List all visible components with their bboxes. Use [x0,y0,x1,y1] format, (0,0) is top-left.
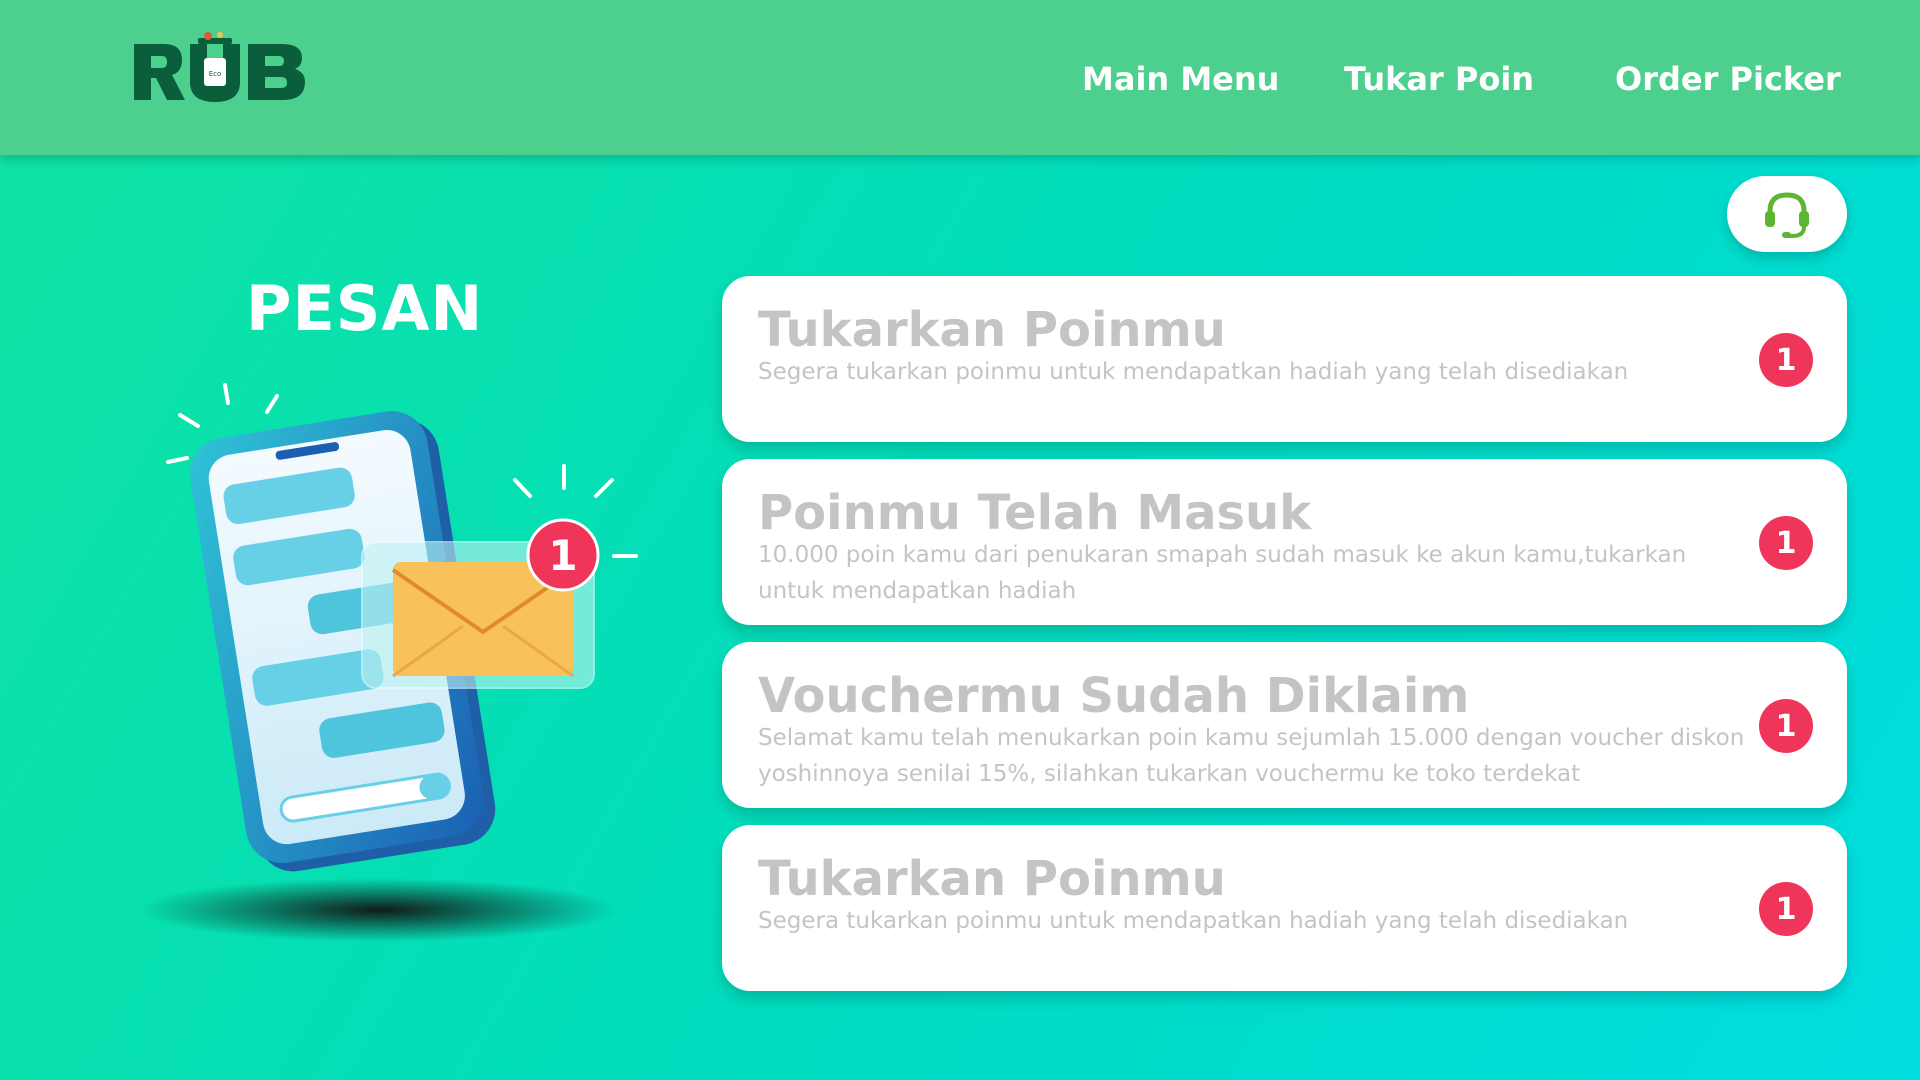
message-title: Tukarkan Poinmu [758,302,1226,358]
message-card[interactable]: Tukarkan Poinmu Segera tukarkan poinmu u… [722,276,1847,442]
svg-text:Eco: Eco [209,70,222,78]
unread-badge: 1 [1759,699,1813,753]
nav-main-menu[interactable]: Main Menu [1082,60,1279,98]
unread-badge: 1 [1759,516,1813,570]
unread-badge: 1 [1759,333,1813,387]
message-card[interactable]: Vouchermu Sudah Diklaim Selamat kamu tel… [722,642,1847,808]
message-title: Poinmu Telah Masuk [758,485,1312,541]
nav-tukar-poin[interactable]: Tukar Poin [1344,60,1534,98]
headset-icon [1765,192,1809,238]
message-title: Tukarkan Poinmu [758,851,1226,907]
page-title: PESAN [246,272,484,345]
message-title: Vouchermu Sudah Diklaim [758,668,1470,724]
top-navbar: Eco Main Menu Tukar Poin Order Picker [0,0,1920,155]
unread-badge: 1 [1759,882,1813,936]
message-body: Segera tukarkan poinmu untuk mendapatkan… [758,359,1629,385]
message-card[interactable]: Poinmu Telah Masuk 10.000 poin kamu dari… [722,459,1847,625]
message-body: Selamat kamu telah menukarkan poin kamu … [758,725,1745,787]
customer-support-button[interactable] [1727,176,1847,252]
illustration-badge: 1 [548,531,577,580]
nav-order-picker[interactable]: Order Picker [1615,60,1841,98]
message-body: Segera tukarkan poinmu untuk mendapatkan… [758,908,1629,934]
phone-message-illustration: 1 [140,383,638,942]
message-card[interactable]: Tukarkan Poinmu Segera tukarkan poinmu u… [722,825,1847,991]
message-body: 10.000 poin kamu dari penukaran smapah s… [758,542,1687,604]
rub-logo[interactable]: Eco [132,32,312,112]
